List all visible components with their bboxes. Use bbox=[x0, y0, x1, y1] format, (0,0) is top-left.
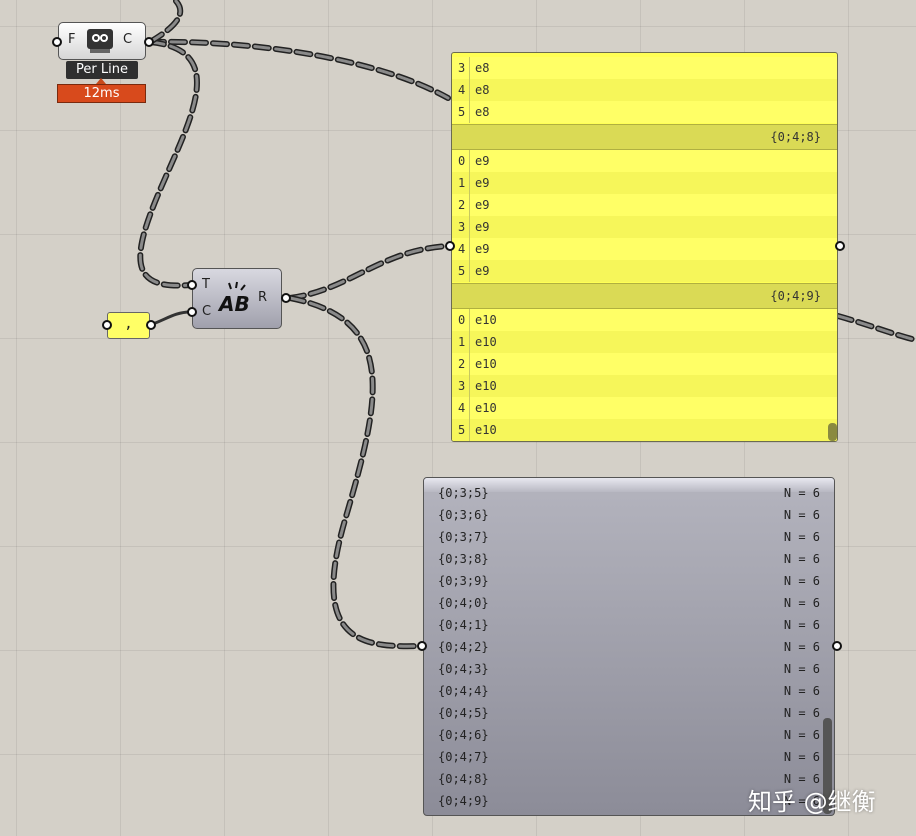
table-row: {0;4;4} N = 6 bbox=[438, 684, 820, 698]
list-item: 0 e10 bbox=[452, 309, 837, 331]
text-join-output-grip[interactable] bbox=[281, 293, 291, 303]
param-viewer-input-grip[interactable] bbox=[417, 641, 427, 651]
output-port-label-r: R bbox=[258, 290, 268, 305]
table-row: {0;4;7} N = 6 bbox=[438, 750, 820, 764]
text-join-input-c-grip[interactable] bbox=[187, 307, 197, 317]
text-join-input-t-grip[interactable] bbox=[187, 280, 197, 290]
wire-textjoin-to-param-viewer bbox=[287, 295, 423, 650]
mode-tag: Per Line bbox=[66, 61, 138, 79]
table-row: {0;3;5} N = 6 bbox=[438, 486, 820, 500]
input-port-label-f: F bbox=[68, 32, 76, 47]
list-item: 3 e9 bbox=[452, 216, 837, 238]
table-row: {0;4;2} N = 6 bbox=[438, 640, 820, 654]
list-item: 3 e10 bbox=[452, 375, 837, 397]
read-file-icon bbox=[87, 29, 113, 53]
table-row: {0;3;7} N = 6 bbox=[438, 530, 820, 544]
list-item: 4 e10 bbox=[452, 397, 837, 419]
param-viewer-output-grip[interactable] bbox=[832, 641, 842, 651]
branch-path-header: {0;4;9} bbox=[452, 283, 837, 309]
read-file-component[interactable]: F C bbox=[58, 22, 146, 60]
list-item: 0 e9 bbox=[452, 150, 837, 172]
output-port-label-c: C bbox=[123, 32, 133, 47]
wire-comma-to-textjoin bbox=[149, 310, 191, 327]
list-item: 5 e8 bbox=[452, 101, 837, 123]
watermark: 知乎 @继衡 bbox=[748, 788, 876, 816]
text-join-component[interactable]: T C R AB bbox=[192, 268, 282, 329]
param-viewer[interactable]: {0;3;5} N = 6 {0;3;6} N = 6 {0;3;7} N = 6 {… bbox=[423, 477, 835, 816]
branch-path-header: {0;4;8} bbox=[452, 124, 837, 150]
text-panel-output-grip[interactable] bbox=[835, 241, 845, 251]
text-panel-scrollbar[interactable] bbox=[828, 423, 837, 441]
svg-text:AB: AB bbox=[217, 292, 250, 315]
text-panel[interactable]: 3 e8 4 e8 5 e8 {0;4;8} 0 e9 1 e9 2 e9 3 e9 4 e9 … bbox=[451, 52, 838, 442]
list-item: 2 e10 bbox=[452, 353, 837, 375]
input-port-label-c: C bbox=[202, 304, 212, 319]
read-file-output-grip[interactable] bbox=[144, 37, 154, 47]
list-item: 1 e10 bbox=[452, 331, 837, 353]
table-row: {0;4;5} N = 6 bbox=[438, 706, 820, 720]
table-row: {0;3;9} N = 6 bbox=[438, 574, 820, 588]
wire-readfile-to-textjoin bbox=[137, 39, 200, 289]
input-port-label-t: T bbox=[202, 277, 210, 292]
table-row: {0;3;8} N = 6 bbox=[438, 552, 820, 566]
list-item: 5 e10 bbox=[452, 419, 837, 441]
text-join-ab-icon: AB bbox=[217, 281, 250, 315]
list-item: 4 e9 bbox=[452, 238, 837, 260]
profiler-timer: 12ms bbox=[57, 84, 146, 103]
separator-panel-input-grip[interactable] bbox=[102, 320, 112, 330]
table-row: {0;4;3} N = 6 bbox=[438, 662, 820, 676]
read-file-input-grip[interactable] bbox=[52, 37, 62, 47]
separator-panel-output-grip[interactable] bbox=[146, 320, 156, 330]
list-item: 5 e9 bbox=[452, 260, 837, 282]
list-item: 4 e8 bbox=[452, 79, 837, 101]
list-item: 2 e9 bbox=[452, 194, 837, 216]
list-item: 1 e9 bbox=[452, 172, 837, 194]
table-row: {0;4;1} N = 6 bbox=[438, 618, 820, 632]
wire-textjoin-to-yellow-panel bbox=[287, 243, 451, 301]
separator-panel[interactable]: , bbox=[107, 312, 150, 339]
table-row: {0;4;6} N = 6 bbox=[438, 728, 820, 742]
list-item: 3 e8 bbox=[452, 57, 837, 79]
table-row: {0;3;6} N = 6 bbox=[438, 508, 820, 522]
text-panel-input-grip[interactable] bbox=[445, 241, 455, 251]
table-row: {0;4;0} N = 6 bbox=[438, 596, 820, 610]
